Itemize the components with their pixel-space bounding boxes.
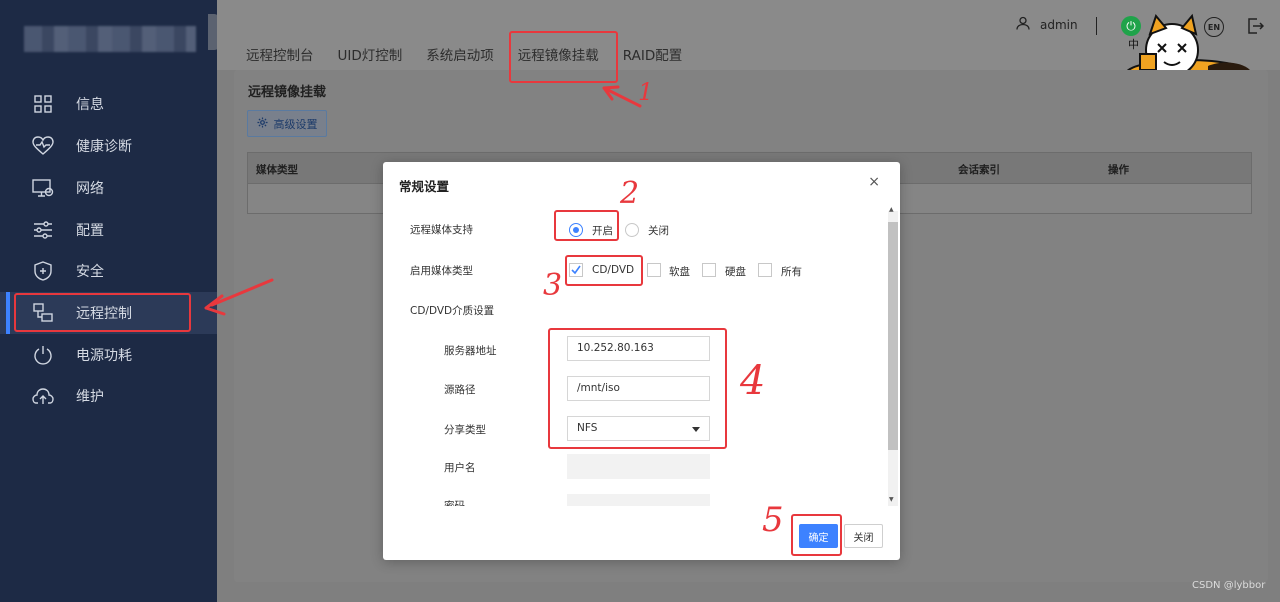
- annotation-number-2: 2: [620, 176, 640, 211]
- annotation-number-1: 1: [638, 78, 654, 106]
- annotation-number-3: 3: [543, 268, 563, 303]
- watermark: CSDN @lybbor: [1192, 580, 1266, 591]
- annotation-number-5: 5: [762, 500, 784, 540]
- annotation-number-4: 4: [740, 358, 766, 404]
